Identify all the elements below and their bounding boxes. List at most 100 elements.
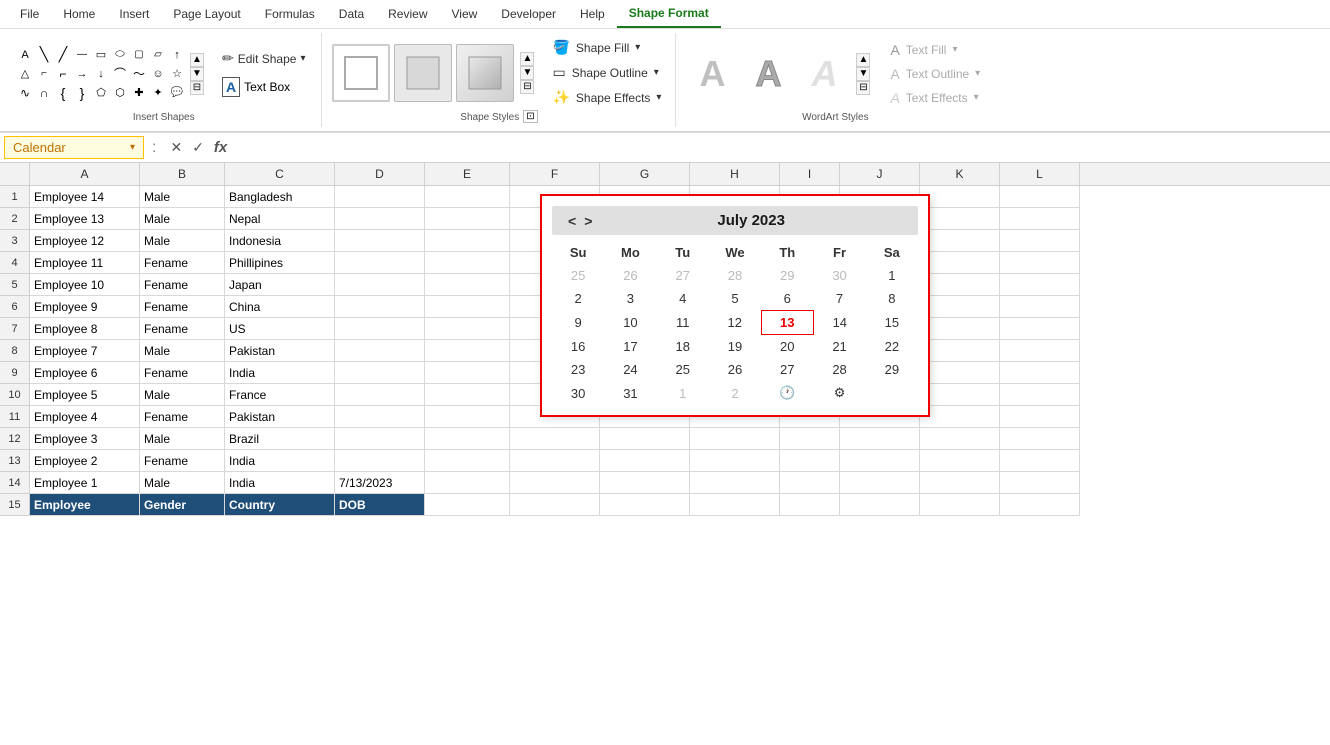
cell-2-K[interactable] [920, 472, 1000, 494]
cell-13-L[interactable] [1000, 230, 1080, 252]
cell-10-D[interactable] [335, 296, 425, 318]
cal-day-5-1[interactable]: 31 [604, 381, 656, 405]
cell-14-K[interactable] [920, 208, 1000, 230]
cell-10-E[interactable] [425, 296, 510, 318]
shape-icon-arrow1[interactable]: → [73, 65, 91, 83]
cancel-icon[interactable]: ✕ [168, 137, 184, 158]
cell-3-J[interactable] [840, 450, 920, 472]
cell-10-L[interactable] [1000, 296, 1080, 318]
shape-icon-curve[interactable]: 〜 [130, 65, 148, 83]
row-header-13[interactable]: 13 [0, 450, 29, 472]
cell-8-C[interactable]: Pakistan [225, 340, 335, 362]
cell-10-C[interactable]: China [225, 296, 335, 318]
shape-icon-hexagon[interactable]: ⬡ [111, 84, 129, 102]
cell-9-D[interactable] [335, 318, 425, 340]
cell-11-K[interactable] [920, 274, 1000, 296]
cal-day-1-6[interactable]: 8 [866, 287, 918, 311]
cell-13-A[interactable]: Employee 12 [30, 230, 140, 252]
cell-9-E[interactable] [425, 318, 510, 340]
shape-icon-arrow2[interactable]: ↓ [92, 65, 110, 83]
cell-8-B[interactable]: Male [140, 340, 225, 362]
cal-day-3-0[interactable]: 16 [552, 335, 604, 359]
cell-9-C[interactable]: US [225, 318, 335, 340]
cell-11-A[interactable]: Employee 10 [30, 274, 140, 296]
ribbon-tab-file[interactable]: File [8, 1, 51, 27]
col-header-J[interactable]: J [840, 163, 920, 185]
row-header-3[interactable]: 3 [0, 230, 29, 252]
cal-day-2-0[interactable]: 9 [552, 311, 604, 335]
cell-5-D[interactable] [335, 406, 425, 428]
cell-8-A[interactable]: Employee 7 [30, 340, 140, 362]
col-header-F[interactable]: F [510, 163, 600, 185]
ribbon-tab-help[interactable]: Help [568, 1, 617, 27]
cell-1-C[interactable]: Country [225, 494, 335, 516]
shape-icon-textbox[interactable]: A [16, 46, 34, 64]
calendar-prev-button[interactable]: < [564, 213, 580, 229]
cal-day-2-5[interactable]: 14 [813, 311, 865, 335]
shape-icon-line3[interactable]: — [73, 46, 91, 64]
cal-day-0-1[interactable]: 26 [604, 264, 656, 287]
cal-day-1-4[interactable]: 6 [761, 287, 813, 311]
cell-2-A[interactable]: Employee 1 [30, 472, 140, 494]
cal-day-4-3[interactable]: 26 [709, 358, 761, 381]
cell-7-A[interactable]: Employee 6 [30, 362, 140, 384]
shape-style-btn-2[interactable] [394, 44, 452, 102]
shape-icon-callout[interactable]: 💬 [168, 84, 186, 102]
cell-2-L[interactable] [1000, 472, 1080, 494]
cell-12-D[interactable] [335, 252, 425, 274]
cell-11-B[interactable]: Fename [140, 274, 225, 296]
shape-icon-rrect[interactable]: ▢ [130, 46, 148, 64]
cal-day-4-2[interactable]: 25 [657, 358, 709, 381]
cell-9-B[interactable]: Fename [140, 318, 225, 340]
cell-8-D[interactable] [335, 340, 425, 362]
cell-4-H[interactable] [690, 428, 780, 450]
cell-13-E[interactable] [425, 230, 510, 252]
cell-5-K[interactable] [920, 406, 1000, 428]
cell-3-G[interactable] [600, 450, 690, 472]
cell-15-E[interactable] [425, 186, 510, 208]
function-icon[interactable]: fx [212, 137, 229, 158]
col-header-E[interactable]: E [425, 163, 510, 185]
cell-1-K[interactable] [920, 494, 1000, 516]
cal-day-2-6[interactable]: 15 [866, 311, 918, 335]
cell-4-A[interactable]: Employee 3 [30, 428, 140, 450]
text-fill-button[interactable]: A Text Fill ▾ [886, 40, 984, 60]
cal-day-1-1[interactable]: 3 [604, 287, 656, 311]
shape-icon-line2[interactable]: ╱ [54, 46, 72, 64]
cell-7-D[interactable] [335, 362, 425, 384]
shape-styles-expand-icon[interactable]: ⊡ [523, 110, 537, 123]
cal-day-1-0[interactable]: 2 [552, 287, 604, 311]
text-effects-button[interactable]: A Text Effects ▾ [886, 88, 984, 108]
cell-2-E[interactable] [425, 472, 510, 494]
cell-2-F[interactable] [510, 472, 600, 494]
wordart-scroll-up[interactable]: ▲ [856, 53, 870, 67]
cell-4-C[interactable]: Brazil [225, 428, 335, 450]
cell-12-L[interactable] [1000, 252, 1080, 274]
cal-day-3-5[interactable]: 21 [813, 335, 865, 359]
shapes-scroll-up[interactable]: ▲ [190, 53, 204, 67]
cell-3-B[interactable]: Fename [140, 450, 225, 472]
cal-day-0-4[interactable]: 29 [761, 264, 813, 287]
cell-3-D[interactable] [335, 450, 425, 472]
shape-style-btn-1[interactable] [332, 44, 390, 102]
cal-day-0-0[interactable]: 25 [552, 264, 604, 287]
cell-13-C[interactable]: Indonesia [225, 230, 335, 252]
cell-14-B[interactable]: Male [140, 208, 225, 230]
cell-6-A[interactable]: Employee 5 [30, 384, 140, 406]
cell-12-E[interactable] [425, 252, 510, 274]
wordart-expand[interactable]: ⊟ [856, 81, 870, 95]
cal-day-5-5[interactable]: ⚙ [813, 381, 865, 405]
shape-icon-rtriangle[interactable]: ⌐ [35, 65, 53, 83]
cell-10-A[interactable]: Employee 9 [30, 296, 140, 318]
row-header-11[interactable]: 11 [0, 406, 29, 428]
cal-day-0-5[interactable]: 30 [813, 264, 865, 287]
cell-5-C[interactable]: Pakistan [225, 406, 335, 428]
row-header-2[interactable]: 2 [0, 208, 29, 230]
cal-day-0-2[interactable]: 27 [657, 264, 709, 287]
cell-1-H[interactable] [690, 494, 780, 516]
cell-7-K[interactable] [920, 362, 1000, 384]
col-header-L[interactable]: L [1000, 163, 1080, 185]
cal-day-3-1[interactable]: 17 [604, 335, 656, 359]
cell-9-A[interactable]: Employee 8 [30, 318, 140, 340]
wordart-btn-2[interactable]: A [742, 48, 794, 100]
